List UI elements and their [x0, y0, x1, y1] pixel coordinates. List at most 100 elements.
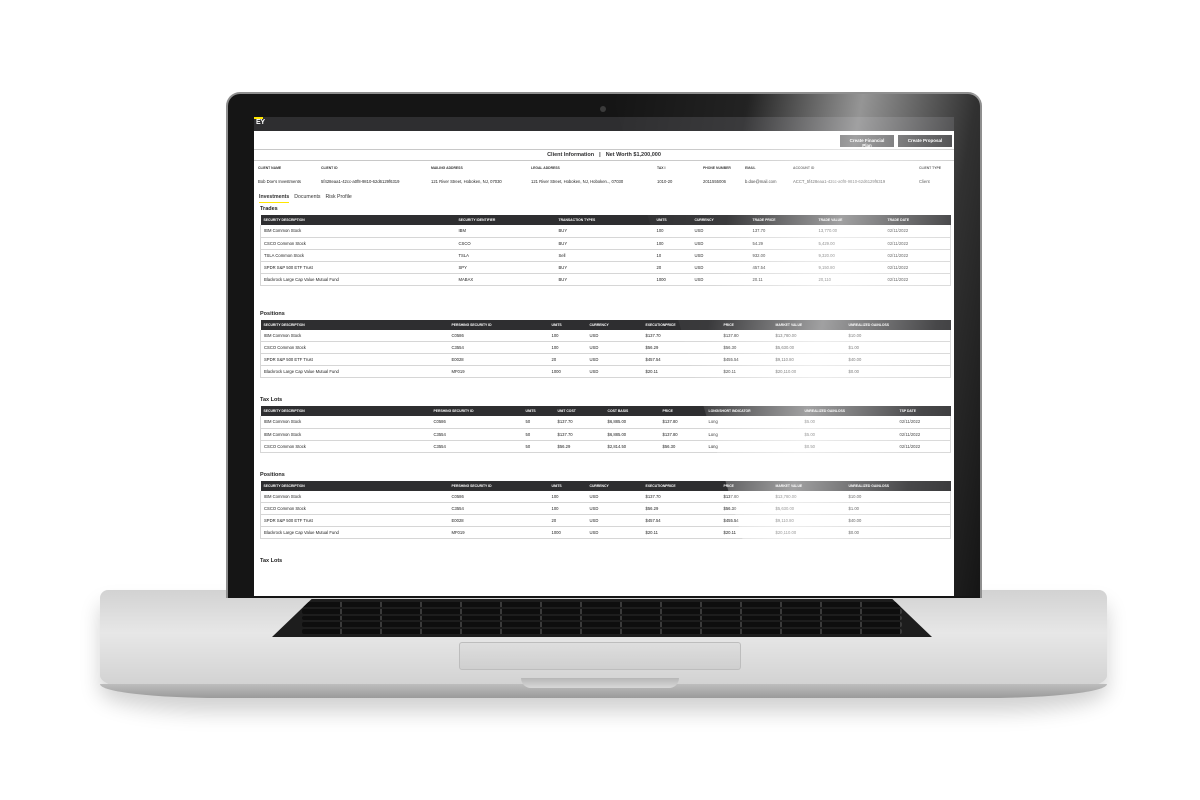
- table-cell: E0028: [448, 353, 549, 366]
- table-row[interactable]: IBM Common Stock C0586 100 USD $137.70 $137.8…: [260, 490, 951, 503]
- column-header[interactable]: TRADE VALUE: [815, 215, 885, 225]
- table-cell: $56.30: [720, 341, 773, 354]
- table-row[interactable]: Blackrock Large Cap Value Mutual Fund MF0…: [260, 365, 951, 378]
- table-row[interactable]: SPDR S&P 500 ETF Trust SPY BUY 20 USD 457.54 9…: [260, 261, 951, 274]
- table-cell: 1000: [548, 526, 587, 539]
- table-cell: BUY: [555, 273, 654, 286]
- table-cell: 457.54: [749, 261, 816, 274]
- column-header[interactable]: TRADE PRICE: [749, 215, 816, 225]
- column-header[interactable]: LONG/SHORT INDICATOR: [705, 406, 802, 416]
- table-cell: 9,150.80: [815, 261, 885, 274]
- column-header[interactable]: SECURITY DESCRIPTION: [260, 319, 449, 330]
- table-cell: 137.70: [749, 225, 816, 238]
- table-cell: C3554: [448, 341, 549, 354]
- table-row[interactable]: IBM Common Stock C0586 50 $137.70 $6,885.00 $…: [260, 416, 951, 429]
- table-cell: $40.00: [845, 514, 951, 527]
- column-header[interactable]: PERSHING SECURITY ID: [448, 319, 549, 330]
- column-header[interactable]: UNITS: [522, 406, 555, 416]
- table-cell: 02/11/2022: [884, 237, 951, 250]
- column-header[interactable]: UNIT COST: [554, 406, 605, 416]
- table-row[interactable]: SPDR S&P 500 ETF Trust E0028 20 USD $457.54 $…: [260, 353, 951, 366]
- table-row[interactable]: TSLA Common Stock TSLA Sell 10 USD 932.00 9,32…: [260, 249, 951, 262]
- column-header[interactable]: CURRENCY: [586, 480, 643, 491]
- table-cell: MF019: [448, 526, 549, 539]
- table-row[interactable]: CSCO Common Stock C3554 50 $56.29 $2,814.50 $…: [260, 440, 951, 453]
- table-cell: USD: [586, 341, 643, 354]
- table-row[interactable]: CSCO Common Stock C3554 100 USD $56.29 $56.30…: [260, 502, 951, 515]
- positions-table: SECURITY DESCRIPTION PERSHING SECURITY ID…: [260, 319, 951, 378]
- table-cell: Blackrock Large Cap Value Mutual Fund: [260, 365, 449, 378]
- table-cell: Long: [705, 416, 802, 429]
- table-row[interactable]: IBM Common Stock IBM BUY 100 USD 137.70 13,770…: [260, 225, 951, 238]
- table-cell: USD: [586, 353, 643, 366]
- column-header[interactable]: SECURITY DESCRIPTION: [260, 480, 449, 491]
- table-cell: IBM Common Stock: [260, 428, 431, 441]
- webcam: [600, 106, 606, 112]
- column-header[interactable]: TRADE DATE: [884, 215, 951, 225]
- table-cell: 932.00: [749, 249, 816, 262]
- column-header[interactable]: SECURITY IDENTIFIER: [455, 215, 556, 225]
- table-row[interactable]: Blackrock Large Cap Value Mutual Fund MF0…: [260, 526, 951, 539]
- create-proposal-button[interactable]: Create Proposal: [898, 135, 952, 147]
- table-row[interactable]: SPDR S&P 500 ETF Trust E0028 20 USD $457.54 $…: [260, 514, 951, 527]
- column-header[interactable]: UNREALIZED GAINLOSS: [845, 480, 951, 491]
- column-header[interactable]: MARKET VALUE: [772, 480, 846, 491]
- table-cell: 9,320.00: [815, 249, 885, 262]
- column-header[interactable]: CURRENCY: [586, 319, 643, 330]
- column-header[interactable]: MARKET VALUE: [772, 319, 846, 330]
- create-financial-plan-button[interactable]: Create Financial Plan: [840, 135, 894, 148]
- column-header[interactable]: EXECUTIONPRICE: [642, 319, 721, 330]
- table-cell: $137.80: [659, 428, 706, 441]
- separator: |: [599, 152, 601, 158]
- table-cell: 100: [653, 237, 692, 250]
- account-id-col: ACCOUNT ID ACCT_5f428eaa1-42cc-a0f8-9810-…: [793, 166, 886, 184]
- net-worth-value: Net Worth $1,200,000: [605, 152, 661, 158]
- table-cell: $10.00: [845, 490, 951, 503]
- column-header[interactable]: UNREALIZED GAINLOSS: [801, 406, 897, 416]
- table-row[interactable]: CSCO Common Stock C3554 100 USD $56.29 $56.30…: [260, 341, 951, 354]
- column-header[interactable]: EXECUTIONPRICE: [642, 480, 721, 491]
- table-cell: 13,770.00: [815, 225, 885, 238]
- table-row[interactable]: IBM Common Stock C3554 50 $137.70 $6,885.00 $…: [260, 428, 951, 441]
- column-header[interactable]: TRANSACTION TYPES: [555, 215, 654, 225]
- column-header[interactable]: UNREALIZED GAINLOSS: [845, 319, 951, 330]
- table-cell: Long: [705, 440, 802, 453]
- tax-id-col: TAX I 1010-20: [657, 166, 673, 184]
- column-header[interactable]: UNITS: [653, 215, 692, 225]
- client-info-title: Client Information: [547, 152, 595, 158]
- column-header[interactable]: SECURITY DESCRIPTION: [260, 406, 431, 416]
- table-row[interactable]: IBM Common Stock C0586 100 USD $137.70 $137.8…: [260, 329, 951, 342]
- table-cell: C3554: [430, 428, 523, 441]
- table-row[interactable]: CSCO Common Stock CSCO BUY 100 USD 54.29 5,429…: [260, 237, 951, 250]
- table-cell: $56.30: [720, 502, 773, 515]
- table-cell: $13,780.00: [772, 490, 846, 503]
- column-header[interactable]: CURRENCY: [691, 215, 750, 225]
- ey-logo: EY: [256, 119, 265, 126]
- table-cell: 20.11: [749, 273, 816, 286]
- table-cell: $1.00: [845, 502, 951, 515]
- column-header[interactable]: PERSHING SECURITY ID: [430, 406, 523, 416]
- table-cell: $137.70: [554, 416, 605, 429]
- table-cell: BUY: [555, 225, 654, 238]
- tab-documents[interactable]: Documents: [294, 194, 320, 203]
- column-header[interactable]: PRICE: [659, 406, 706, 416]
- client-info: CLIENT NAME Bob Doe's Investments CLIENT …: [254, 161, 954, 184]
- table-header-row: SECURITY DESCRIPTION PERSHING SECURITY ID…: [260, 406, 951, 416]
- client-type-col: CLIENT TYPE Client: [919, 166, 942, 184]
- column-header[interactable]: SECURITY DESCRIPTION: [260, 215, 456, 225]
- table-cell: USD: [586, 490, 643, 503]
- column-header[interactable]: PRICE: [720, 480, 773, 491]
- tab-investments[interactable]: Investments: [259, 194, 290, 203]
- table-cell: C0586: [448, 490, 549, 503]
- column-header[interactable]: TSP DATE: [896, 406, 951, 416]
- column-header[interactable]: UNITS: [548, 480, 587, 491]
- column-header[interactable]: PERSHING SECURITY ID: [448, 480, 549, 491]
- table-cell: 100: [653, 225, 692, 238]
- column-header[interactable]: COST BASIS: [604, 406, 660, 416]
- table-row[interactable]: Blackrock Large Cap Value Mutual Fund MAB…: [260, 273, 951, 286]
- tab-risk-profile[interactable]: Risk Profile: [326, 194, 352, 203]
- table-cell: $56.29: [554, 440, 605, 453]
- column-header[interactable]: PRICE: [720, 319, 773, 330]
- action-bar: Create Financial Plan Create Proposal: [254, 133, 954, 149]
- column-header[interactable]: UNITS: [548, 319, 587, 330]
